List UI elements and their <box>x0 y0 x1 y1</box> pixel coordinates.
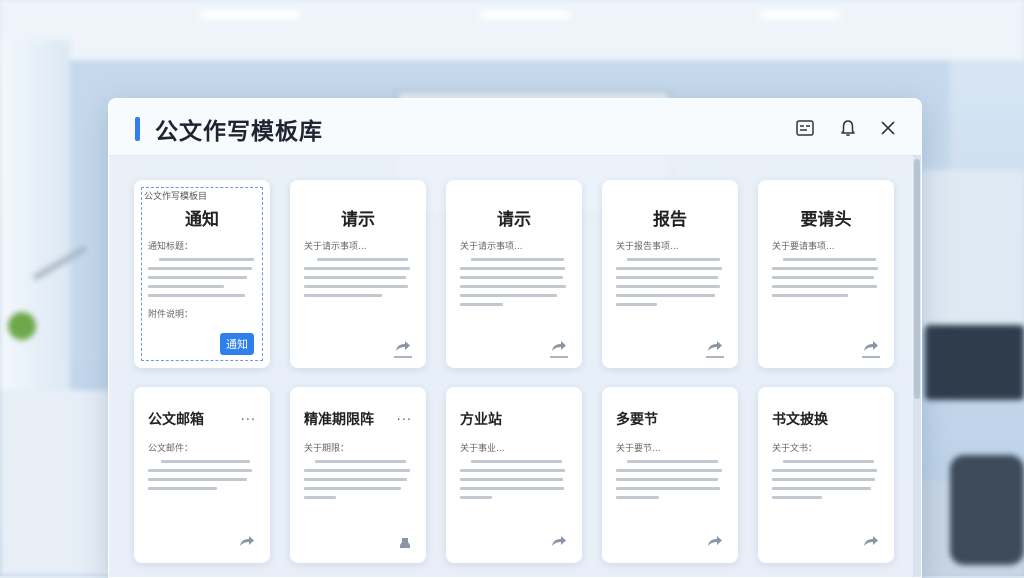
card-subtitle: 关于要请事项... <box>772 242 835 252</box>
card-text-preview <box>772 460 880 499</box>
share-arrow-icon[interactable] <box>706 338 724 352</box>
card-title: 书文披换 <box>772 412 828 428</box>
template-library-window: 公文作写模板库 公文作写模板目 通知 通知标题： 附件说明： 通知 请示 关于请… <box>108 98 922 578</box>
card-top-label: 公文作写模板目 <box>144 192 208 202</box>
card-title: 要请头 <box>800 210 852 230</box>
card-subtitle: 关于文书： <box>772 444 818 454</box>
template-card-request-2[interactable]: 请示 关于请示事项... <box>446 180 582 368</box>
share-arrow-icon[interactable] <box>706 533 724 547</box>
share-underline <box>862 356 880 358</box>
card-subtitle: 通知标题： <box>148 242 194 252</box>
more-dots-icon[interactable]: ... <box>241 409 256 424</box>
template-card-header[interactable]: 要请头 关于要请事项... <box>758 180 894 368</box>
share-arrow-icon[interactable] <box>550 338 568 352</box>
share-underline <box>550 356 568 358</box>
card-subtitle: 关于请示事项... <box>460 242 523 252</box>
card-text-preview <box>616 460 724 499</box>
template-card-mail[interactable]: 公文邮箱 ... 公文邮件： <box>134 387 270 563</box>
card-subtitle: 关于事业... <box>460 444 505 454</box>
card-text-preview <box>460 460 568 499</box>
card-subtitle: 关于报告事项... <box>616 242 679 252</box>
card-text-preview <box>616 258 724 306</box>
share-arrow-icon[interactable] <box>394 338 412 352</box>
template-card-report[interactable]: 报告 关于报告事项... <box>602 180 738 368</box>
template-card-deadline[interactable]: 精准期限阵 ... 关于期限： <box>290 387 426 563</box>
card-subtitle: 公文邮件： <box>148 444 194 454</box>
template-card-section[interactable]: 多要节 关于要节... <box>602 387 738 563</box>
card-subtitle: 关于请示事项... <box>304 242 367 252</box>
card-text-preview <box>304 258 412 297</box>
template-card-request[interactable]: 请示 关于请示事项... <box>290 180 426 368</box>
template-card-notice[interactable]: 公文作写模板目 通知 通知标题： 附件说明： 通知 <box>134 180 270 368</box>
more-dots-icon[interactable]: ... <box>397 409 412 424</box>
card-text-preview <box>148 258 256 297</box>
card-title: 报告 <box>653 210 687 230</box>
share-arrow-icon[interactable] <box>238 533 256 547</box>
share-underline <box>706 356 724 358</box>
card-title: 通知 <box>185 210 219 230</box>
share-arrow-icon[interactable] <box>862 338 880 352</box>
share-underline <box>394 356 412 358</box>
share-arrow-icon[interactable] <box>862 533 880 547</box>
card-title: 请示 <box>341 210 375 230</box>
card-title: 方业站 <box>460 412 502 428</box>
card-text-preview <box>772 258 880 297</box>
template-grid: 公文作写模板目 通知 通知标题： 附件说明： 通知 请示 关于请示事项... 请… <box>109 99 921 577</box>
stamp-icon[interactable] <box>398 535 412 549</box>
card-title: 多要节 <box>616 412 658 428</box>
card-text-preview <box>460 258 568 306</box>
card-title: 请示 <box>497 210 531 230</box>
card-subtitle: 关于要节... <box>616 444 661 454</box>
card-footer: 附件说明： <box>148 310 194 320</box>
template-card-document[interactable]: 书文披换 关于文书： <box>758 387 894 563</box>
card-subtitle: 关于期限： <box>304 444 350 454</box>
template-card-business[interactable]: 方业站 关于事业... <box>446 387 582 563</box>
card-text-preview <box>148 460 256 490</box>
share-arrow-icon[interactable] <box>550 533 568 547</box>
card-text-preview <box>304 460 412 499</box>
use-template-button[interactable]: 通知 <box>220 333 254 355</box>
